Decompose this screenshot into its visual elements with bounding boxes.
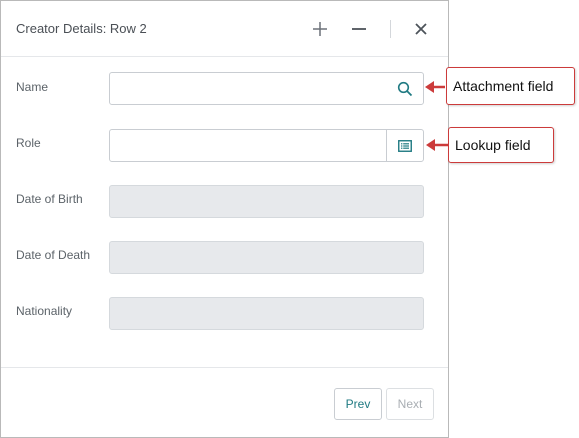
lookup-field-arrow bbox=[426, 139, 448, 151]
lookup-field-callout-text: Lookup field bbox=[455, 137, 531, 153]
lookup-field-callout: Lookup field bbox=[448, 127, 554, 163]
